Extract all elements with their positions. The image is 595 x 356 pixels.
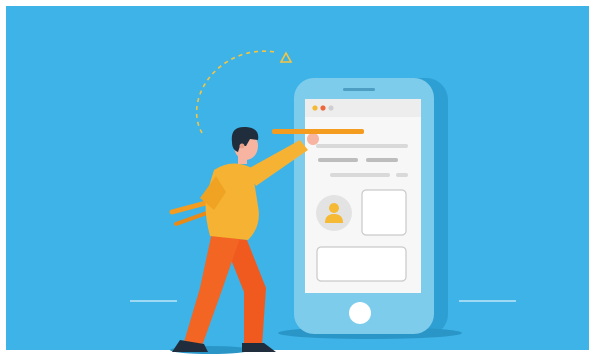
home-button	[349, 302, 371, 324]
window-dot-yellow	[312, 105, 318, 111]
window-dot-red	[320, 105, 326, 111]
person-hand	[307, 133, 319, 145]
phone-speaker	[343, 88, 375, 91]
placeholder-line	[316, 144, 408, 148]
content-box	[316, 246, 407, 282]
window-dot-gray	[328, 105, 334, 111]
content-card	[361, 189, 407, 236]
illustration-svg	[6, 6, 589, 354]
placeholder-line	[366, 158, 398, 162]
person-ear	[239, 143, 245, 149]
placeholder-line	[396, 173, 408, 177]
placeholder-line	[330, 173, 390, 177]
placeholder-line	[318, 158, 358, 162]
orange-bar-top	[272, 129, 364, 134]
illustration-canvas	[0, 0, 595, 356]
